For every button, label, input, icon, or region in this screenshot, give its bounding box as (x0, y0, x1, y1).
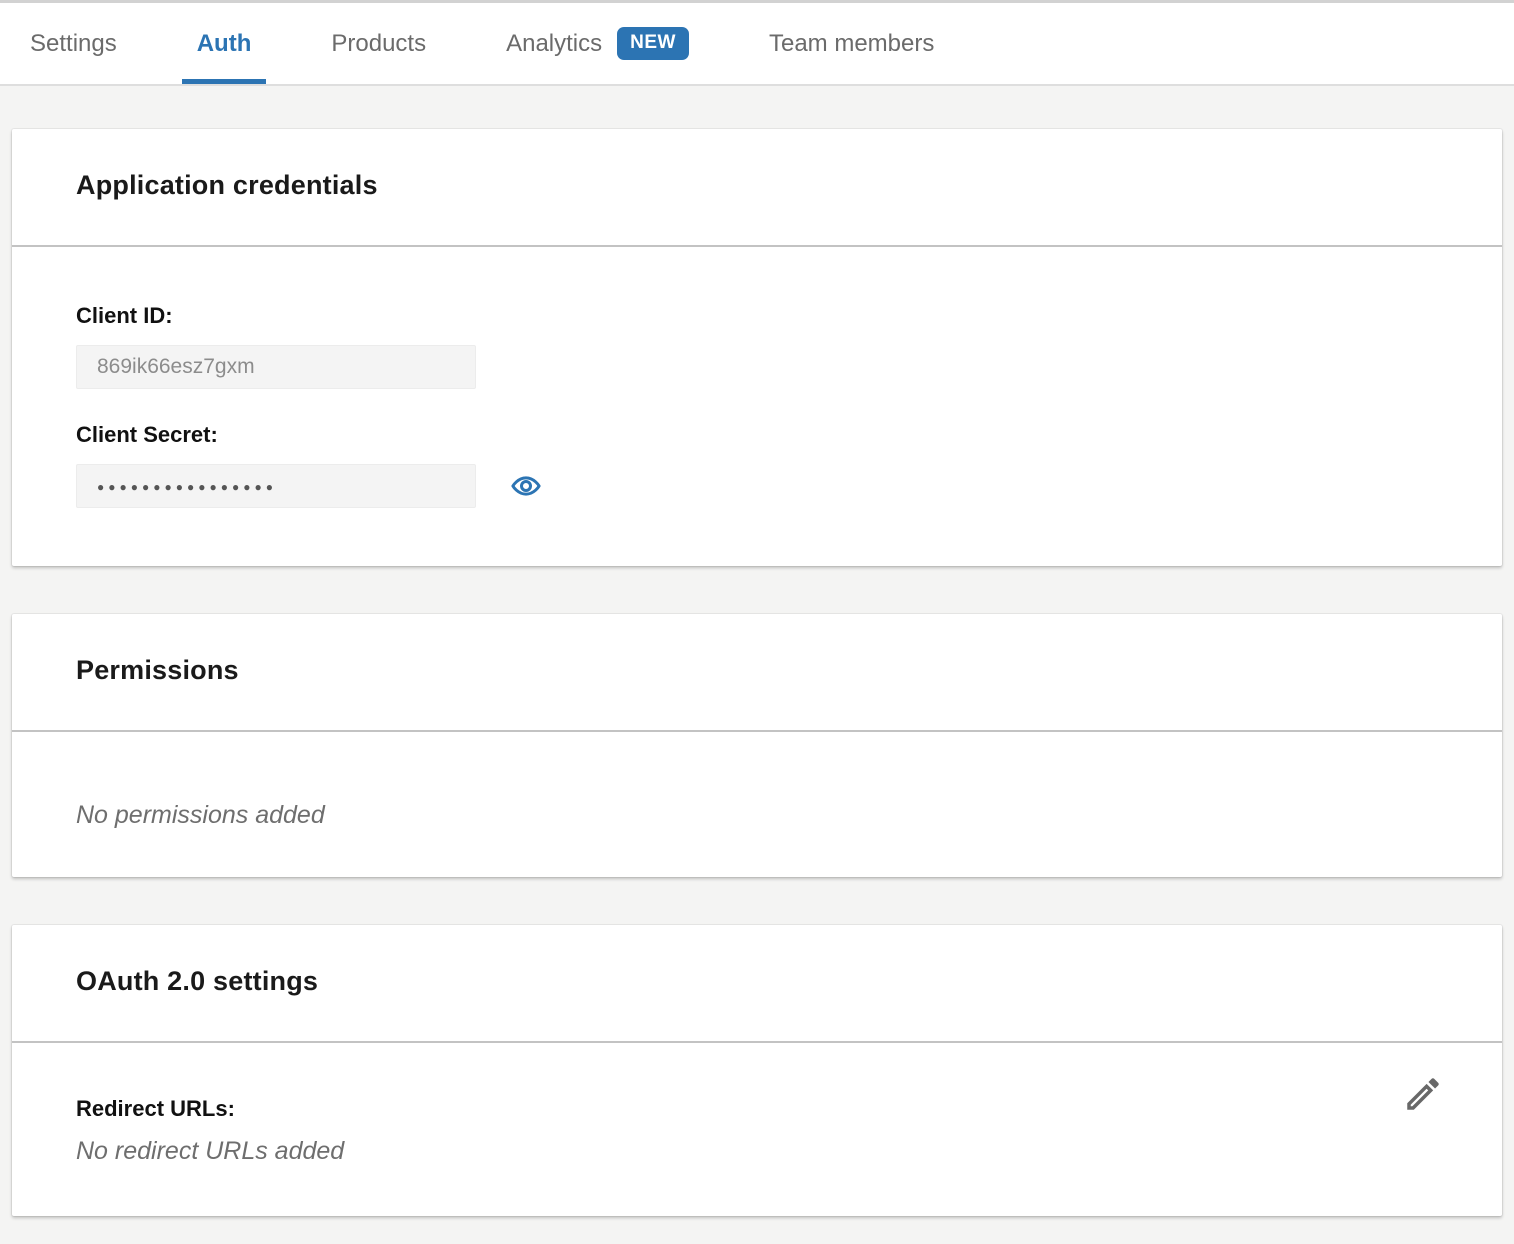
client-id-value[interactable]: 869ik66esz7gxm (76, 345, 476, 389)
reveal-secret-button[interactable] (509, 469, 543, 503)
client-secret-label: Client Secret: (76, 422, 1438, 448)
oauth-settings-card: OAuth 2.0 settings Redirect URLs: No red… (12, 925, 1502, 1216)
client-secret-masked-text: ●●●●●●●●●●●●●●●● (97, 478, 277, 494)
oauth-settings-body: Redirect URLs: No redirect URLs added (12, 1043, 1502, 1216)
tab-settings-label: Settings (30, 30, 117, 58)
permissions-empty-text: No permissions added (76, 801, 1438, 830)
tab-auth[interactable]: Auth (182, 3, 267, 84)
main-content: Application credentials Client ID: 869ik… (0, 86, 1514, 1229)
tab-settings[interactable]: Settings (15, 3, 132, 84)
edit-redirect-urls-button[interactable] (1400, 1071, 1446, 1117)
client-id-label: Client ID: (76, 303, 1438, 329)
pencil-icon (1402, 1073, 1444, 1115)
client-id-text: 869ik66esz7gxm (97, 355, 255, 379)
application-credentials-title: Application credentials (76, 170, 1438, 201)
oauth-settings-header: OAuth 2.0 settings (12, 925, 1502, 1041)
permissions-title: Permissions (76, 655, 1438, 686)
client-secret-row: ●●●●●●●●●●●●●●●● (76, 448, 1438, 508)
tab-products-label: Products (331, 30, 426, 58)
app-tabbar: Settings Auth Products Analytics NEW Tea… (0, 0, 1514, 86)
new-badge: NEW (617, 27, 689, 60)
permissions-header: Permissions (12, 614, 1502, 730)
tab-team-members-label: Team members (769, 30, 934, 58)
permissions-body: No permissions added (12, 732, 1502, 877)
tab-team-members[interactable]: Team members (754, 3, 949, 84)
client-secret-value[interactable]: ●●●●●●●●●●●●●●●● (76, 464, 476, 508)
redirect-urls-empty-text: No redirect URLs added (76, 1137, 1438, 1166)
tab-analytics-label: Analytics (506, 30, 602, 58)
tab-analytics[interactable]: Analytics NEW (491, 3, 704, 84)
application-credentials-header: Application credentials (12, 129, 1502, 245)
oauth-settings-title: OAuth 2.0 settings (76, 966, 1438, 997)
permissions-card: Permissions No permissions added (12, 614, 1502, 877)
application-credentials-body: Client ID: 869ik66esz7gxm Client Secret:… (12, 247, 1502, 566)
application-credentials-card: Application credentials Client ID: 869ik… (12, 129, 1502, 566)
eye-icon (511, 471, 541, 501)
redirect-urls-label: Redirect URLs: (76, 1096, 1438, 1122)
tab-auth-label: Auth (197, 30, 252, 58)
tab-products[interactable]: Products (316, 3, 441, 84)
